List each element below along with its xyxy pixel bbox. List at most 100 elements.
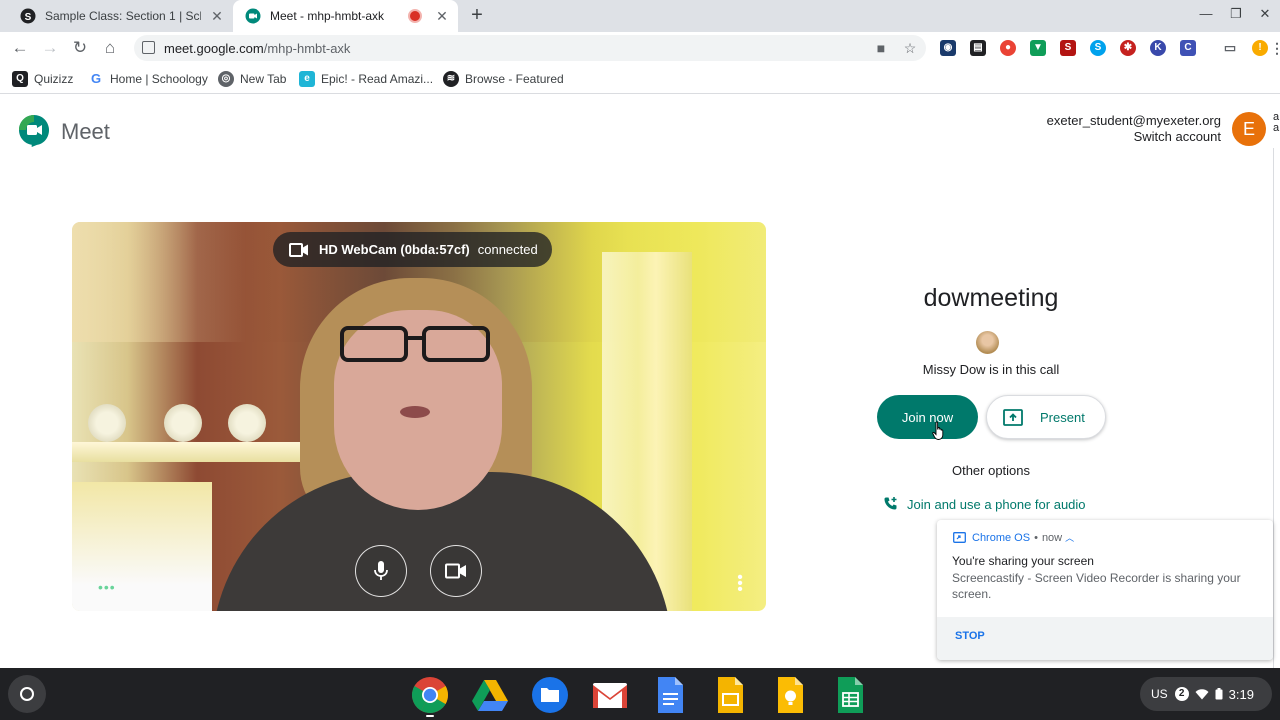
keep-app-icon[interactable] (771, 676, 809, 714)
account-avatar[interactable]: E (1232, 112, 1266, 146)
page-divider (1273, 148, 1274, 668)
extension-s-icon[interactable]: S (1060, 40, 1076, 56)
tab-schoology[interactable]: S Sample Class: Section 1 | Schoology ✕ (8, 0, 233, 32)
lock-icon (142, 41, 155, 54)
meet-favicon-icon (245, 8, 261, 24)
google-icon: G (90, 71, 102, 86)
more-options-icon[interactable]: • • • (736, 570, 744, 598)
extension-k-icon[interactable]: K (1150, 40, 1166, 56)
active-app-indicator (426, 715, 434, 717)
microphone-toggle-button[interactable] (355, 545, 407, 597)
chromeos-shelf (0, 668, 1280, 720)
bookmark-schoology[interactable]: G Home | Schoology (88, 71, 208, 87)
recording-icon (408, 9, 422, 23)
tab-title: Sample Class: Section 1 | Schoology (45, 9, 201, 23)
phone-audio-link[interactable]: Join and use a phone for audio (883, 496, 1086, 512)
input-method: US (1151, 687, 1168, 701)
meet-logo-icon (19, 115, 49, 147)
meeting-name: dowmeeting (923, 284, 1059, 312)
microphone-icon (374, 561, 388, 580)
extension-skype-icon[interactable]: S (1090, 40, 1106, 56)
close-tab-icon[interactable]: ✕ (434, 8, 450, 24)
camera-status: connected (477, 242, 538, 257)
notification-header: Chrome OS • now ︿ (953, 531, 1074, 544)
globe-icon: ◎ (218, 71, 234, 87)
participant-avatar (976, 331, 999, 354)
notification-title: You're sharing your screen (952, 554, 1094, 568)
chevron-up-icon[interactable]: ︿ (1065, 531, 1074, 544)
close-tab-icon[interactable]: ✕ (209, 8, 225, 24)
star-icon[interactable]: ☆ (903, 41, 917, 55)
notification-source: Chrome OS (972, 531, 1031, 544)
tab-meet[interactable]: Meet - mhp-hmbt-axk ✕ (233, 0, 458, 32)
battery-icon (1215, 688, 1223, 700)
extension-clapper-icon[interactable]: ▤ (970, 40, 986, 56)
schoology-icon: S (20, 8, 36, 24)
video-camera-icon (289, 242, 308, 257)
home-icon[interactable]: ⌂ (100, 38, 120, 58)
account-info: exeter_student@myexeter.org Switch accou… (1047, 113, 1221, 145)
switch-account-link[interactable]: Switch account (1047, 129, 1221, 145)
bookmark-new-tab[interactable]: ◎ New Tab (218, 71, 286, 87)
url-text: meet.google.com/mhp-hmbt-axk (164, 41, 351, 56)
wifi-icon (1195, 688, 1209, 699)
slides-app-icon[interactable] (711, 676, 749, 714)
docs-app-icon[interactable] (651, 676, 689, 714)
notification-body: Screencastify - Screen Video Recorder is… (952, 571, 1241, 601)
reload-icon[interactable]: ↻ (70, 38, 90, 58)
screen-share-icon (953, 532, 966, 543)
present-button[interactable]: Present (986, 395, 1106, 439)
join-now-button[interactable]: Join now (877, 395, 978, 439)
decor-plate (164, 404, 202, 442)
phone-audio-label: Join and use a phone for audio (907, 496, 1086, 512)
address-bar[interactable]: meet.google.com/mhp-hmbt-axk ■ ☆ (134, 35, 926, 61)
hand-cursor-icon (932, 421, 944, 440)
more-menu-icon[interactable]: ⋮ (1270, 40, 1280, 56)
quizizz-icon: Q (12, 71, 28, 87)
phone-add-icon (884, 497, 897, 510)
notification-actions: STOP (937, 617, 1273, 660)
back-icon[interactable]: ← (10, 38, 30, 58)
camera-name: HD WebCam (0bda:57cf) (319, 242, 470, 257)
tab-title: Meet - mhp-hmbt-axk (270, 9, 385, 23)
bookmark-spotify[interactable]: ≋ Browse - Featured (443, 71, 564, 87)
extension-shield-icon[interactable]: ▼ (1030, 40, 1046, 56)
svg-text:S: S (25, 12, 32, 23)
bookmark-epic[interactable]: e Epic! - Read Amazi... (299, 71, 433, 87)
restore-icon[interactable]: ❐ (1226, 6, 1246, 22)
cast-icon[interactable]: ▭ (1222, 40, 1238, 56)
camera-in-use-icon[interactable]: ■ (874, 41, 888, 55)
drive-app-icon[interactable] (471, 676, 509, 714)
camera-toggle-button[interactable] (430, 545, 482, 597)
screen-share-notification: Chrome OS • now ︿ You're sharing your sc… (937, 520, 1273, 660)
close-window-icon[interactable]: ✕ (1255, 6, 1275, 22)
present-label: Present (1040, 409, 1085, 425)
sheets-app-icon[interactable] (831, 676, 869, 714)
stop-sharing-button[interactable]: STOP (955, 630, 985, 642)
extension-puzzle-icon[interactable]: ✱ (1120, 40, 1136, 56)
notification-time: now (1041, 531, 1063, 544)
participants-text: Missy Dow is in this call (922, 362, 1060, 377)
epic-icon: e (299, 71, 315, 87)
extension-screencastify-icon[interactable]: ◉ (940, 40, 956, 56)
launcher-button[interactable] (8, 675, 46, 713)
forward-icon[interactable]: → (40, 38, 60, 58)
decor-plate (228, 404, 266, 442)
audio-level-icon: ••• (98, 579, 116, 595)
present-screen-icon (1003, 408, 1023, 426)
clock: 3:19 (1228, 686, 1254, 702)
extension-c-icon[interactable]: C (1180, 40, 1196, 56)
update-alert-icon[interactable]: ! (1252, 40, 1268, 56)
video-camera-icon (445, 563, 466, 579)
bookmark-quizizz[interactable]: Q Quizizz (12, 71, 73, 87)
new-tab-icon[interactable]: + (467, 5, 487, 26)
system-tray[interactable]: US 2 3:19 (1140, 677, 1272, 711)
extension-record-icon[interactable]: ● (1000, 40, 1016, 56)
camera-status-pill: HD WebCam (0bda:57cf) connected (273, 232, 552, 267)
minimize-icon[interactable]: — (1196, 6, 1216, 21)
self-view-video (72, 222, 766, 611)
gmail-app-icon[interactable] (591, 676, 629, 714)
files-app-icon[interactable] (531, 676, 569, 714)
page-edge-fragment: aa (1273, 111, 1280, 134)
chrome-app-icon[interactable] (411, 676, 449, 714)
